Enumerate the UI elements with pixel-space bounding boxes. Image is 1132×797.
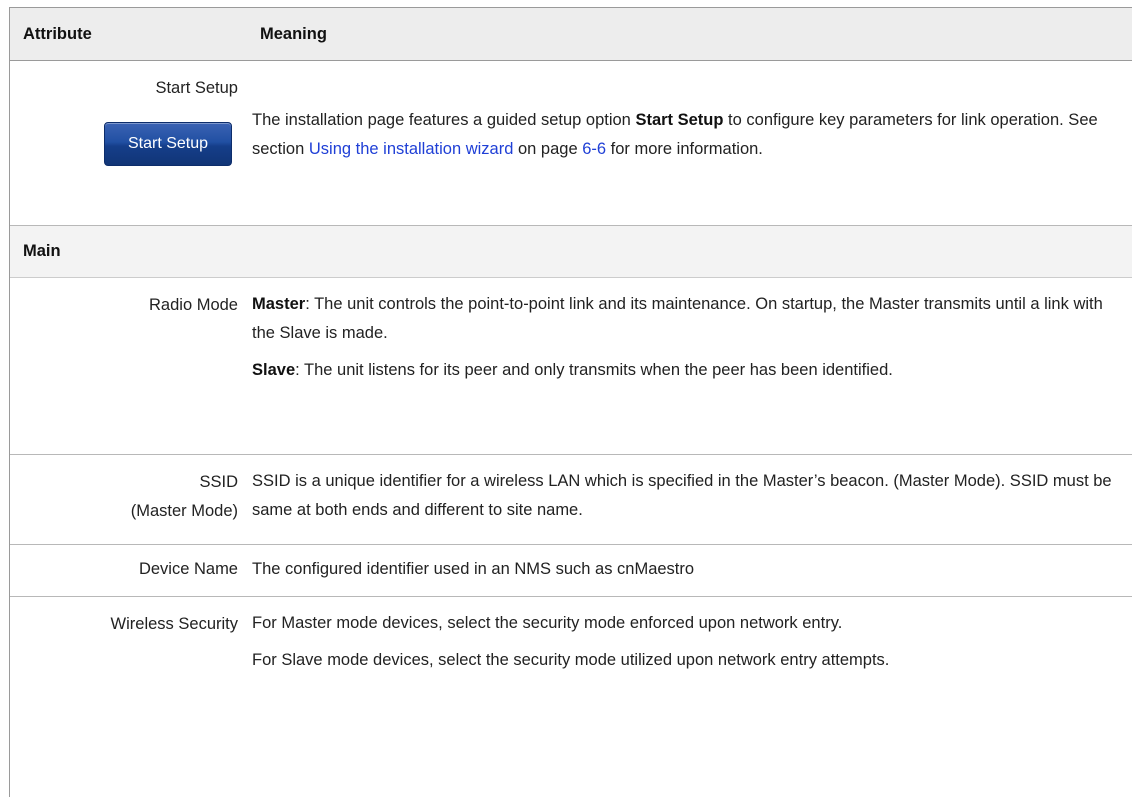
section-label: Main [23, 242, 61, 260]
column-header-attribute: Attribute [23, 24, 92, 43]
meaning-cell: For Master mode devices, select the secu… [248, 597, 1132, 797]
description-text: for more information. [606, 140, 763, 158]
master-description: Master: The unit controls the point-to-p… [252, 290, 1113, 348]
meaning-cell: The installation page features a guided … [248, 61, 1132, 225]
meaning-cell: SSID is a unique identifier for a wirele… [248, 455, 1132, 544]
attribute-sublabel-master-mode: (Master Mode) [130, 502, 238, 520]
meaning-cell: The configured identifier used in an NMS… [248, 545, 1132, 596]
wireless-security-slave-description: For Slave mode devices, select the secur… [252, 651, 890, 669]
master-text: : The unit controls the point-to-point l… [252, 295, 1103, 342]
attribute-label-wireless-security: Wireless Security [110, 615, 238, 633]
attribute-label-radio-mode: Radio Mode [149, 296, 238, 314]
attribute-label-device-name: Device Name [138, 560, 238, 578]
slave-text: : The unit listens for its peer and only… [295, 361, 893, 379]
start-setup-button[interactable]: Start Setup [104, 122, 232, 166]
attribute-cell: SSID (Master Mode) [10, 455, 248, 544]
column-header-meaning: Meaning [260, 24, 327, 43]
table-row-radio-mode: Radio Mode Master: The unit controls the… [10, 278, 1132, 455]
meaning-cell: Master: The unit controls the point-to-p… [248, 278, 1132, 454]
installation-wizard-link[interactable]: Using the installation wizard [309, 140, 514, 158]
wireless-security-master-description: For Master mode devices, select the secu… [252, 614, 843, 632]
table-header: Attribute Meaning [10, 8, 1132, 61]
table-row-wireless-security: Wireless Security For Master mode device… [10, 597, 1132, 797]
attribute-label-ssid: SSID [199, 473, 238, 491]
attribute-cell: Start Setup Start Setup [10, 61, 248, 225]
slave-description: Slave: The unit listens for its peer and… [252, 356, 1113, 385]
master-bold: Master [252, 295, 306, 313]
device-name-description: The configured identifier used in an NMS… [252, 560, 695, 578]
description-bold: Start Setup [635, 111, 724, 129]
table-row-start-setup: Start Setup Start Setup The installation… [10, 61, 1132, 226]
start-setup-description: The installation page features a guided … [252, 106, 1113, 164]
page-reference-link[interactable]: 6-6 [582, 140, 606, 158]
slave-bold: Slave [252, 361, 296, 379]
description-text: on page [513, 140, 583, 158]
table-row-ssid: SSID (Master Mode) SSID is a unique iden… [10, 455, 1132, 545]
description-text: The installation page features a guided … [252, 111, 636, 129]
attribute-table: Attribute Meaning Start Setup Start Setu… [9, 7, 1132, 797]
attribute-label-start-setup: Start Setup [155, 79, 238, 97]
table-row-device-name: Device Name The configured identifier us… [10, 545, 1132, 597]
section-row-main: Main [10, 226, 1132, 278]
ssid-description: SSID is a unique identifier for a wirele… [252, 472, 1112, 519]
